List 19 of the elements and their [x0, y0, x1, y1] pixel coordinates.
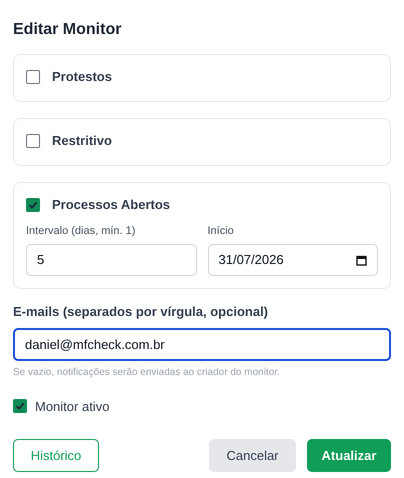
checkbox[interactable]: [26, 198, 40, 212]
date-field[interactable]: 31/07/2026: [208, 244, 378, 276]
field-label: E-mails (separados por vírgula, opcional): [13, 303, 270, 321]
option-label[interactable]: Restritivo: [52, 131, 112, 150]
update-button[interactable]: Atualizar: [307, 439, 391, 472]
calendar-icon[interactable]: [356, 254, 367, 266]
checkbox-label[interactable]: Monitor ativo: [35, 396, 110, 416]
checkbox[interactable]: [13, 399, 27, 414]
email-field[interactable]: daniel@mfcheck.com.br: [13, 328, 391, 360]
option-label[interactable]: Processos Abertos: [52, 195, 170, 214]
cancel-button[interactable]: Cancelar: [209, 439, 296, 472]
field-label: Início: [208, 224, 235, 238]
field-label: Intervalo (dias, mín. 1): [26, 224, 136, 238]
checkbox[interactable]: [26, 70, 40, 84]
hint-text: Se vazio, notificações serão enviadas ao criador do monitor.: [13, 366, 281, 380]
number-field[interactable]: 5: [26, 244, 196, 276]
dialog-title: Editar Monitor: [13, 20, 122, 40]
checkbox[interactable]: [26, 134, 40, 148]
option-label[interactable]: Protestos: [52, 67, 112, 86]
